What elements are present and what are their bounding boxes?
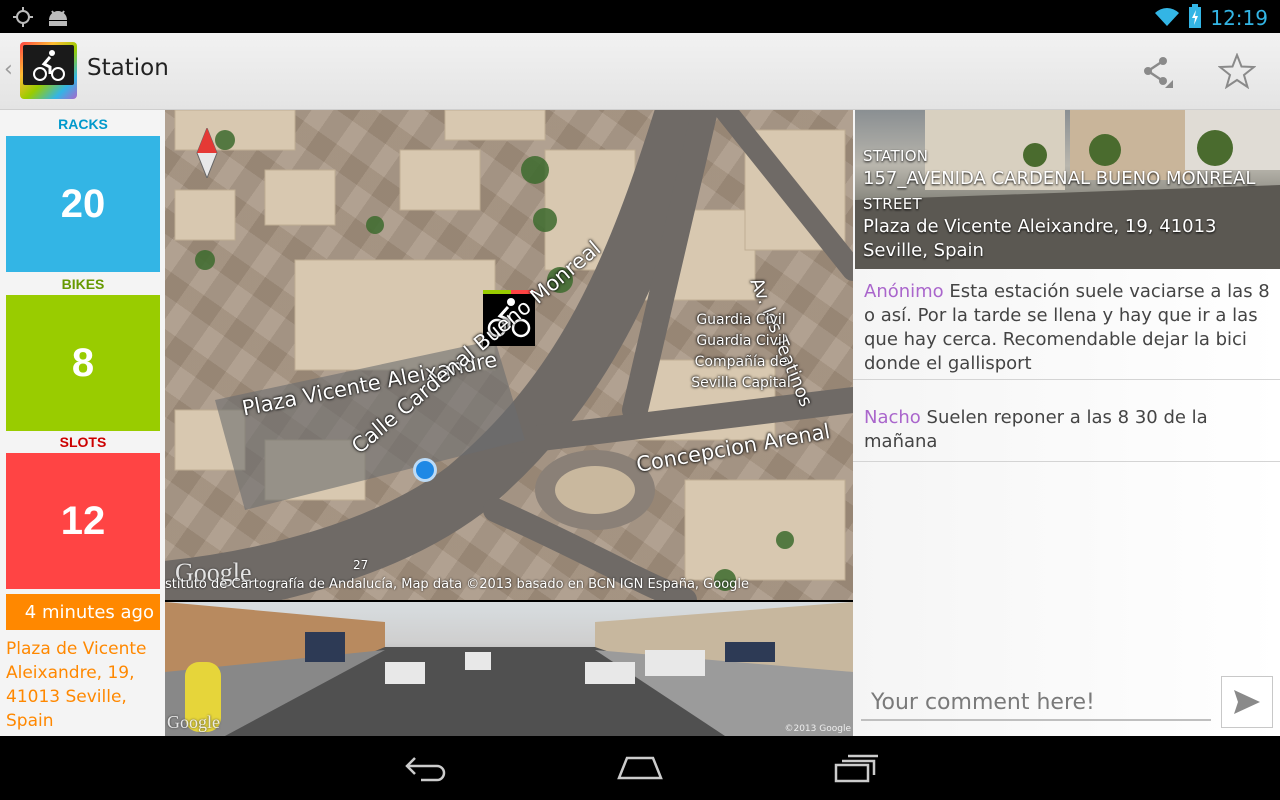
back-button[interactable] — [394, 750, 454, 786]
action-bar: ‹ Station — [0, 33, 1280, 110]
compass-icon[interactable] — [195, 128, 219, 178]
wifi-icon — [1154, 5, 1180, 31]
home-icon — [617, 756, 663, 780]
star-icon — [1218, 53, 1256, 89]
street-view-preview[interactable]: Google ©2013 Google — [165, 602, 853, 736]
android-debug-icon — [46, 6, 70, 32]
slots-label: SLOTS — [59, 434, 107, 450]
status-bar: 12:19 — [0, 0, 1280, 33]
up-caret-icon[interactable]: ‹ — [4, 57, 13, 82]
cyclist-icon — [33, 50, 65, 81]
recent-apps-icon — [834, 754, 878, 783]
bikes-tile: 8 — [6, 295, 160, 431]
street-label: STREET — [863, 195, 923, 213]
battery-icon — [1188, 4, 1202, 32]
gps-icon — [12, 6, 34, 32]
street-value: Plaza de Vicente Aleixandre, 19, 41013 S… — [863, 216, 1217, 261]
station-photo-header: STATION 157_AVENIDA CARDENAL BUENO MONRE… — [855, 110, 1280, 269]
last-updated-badge: 4 minutes ago — [6, 594, 160, 630]
send-icon — [1234, 690, 1260, 714]
page-title: Station — [87, 55, 169, 81]
racks-label: RACKS — [58, 116, 108, 132]
station-counters-panel: RACKS 20 BIKES 8 SLOTS 12 4 minutes ago … — [0, 110, 165, 736]
bikes-label: BIKES — [61, 276, 105, 292]
streetview-google-logo: Google — [167, 712, 220, 732]
app-logo[interactable] — [20, 42, 77, 99]
slots-tile: 12 — [6, 453, 160, 589]
favorite-button[interactable] — [1215, 49, 1259, 93]
station-detail-panel: STATION 157_AVENIDA CARDENAL BUENO MONRE… — [853, 110, 1280, 736]
comment-item: Anónimo Esta estación suele vaciarse a l… — [853, 274, 1280, 380]
comment-input[interactable]: Your comment here! — [861, 685, 1211, 721]
share-icon — [1144, 57, 1173, 88]
map-label-number: 27 — [353, 558, 369, 572]
home-button[interactable] — [610, 750, 670, 786]
share-button[interactable] — [1134, 49, 1178, 93]
streetview-copyright: ©2013 Google — [784, 724, 851, 734]
send-comment-button[interactable] — [1221, 676, 1273, 728]
map-label-guardia-civil: Guardia Civil Guardia Civil Compañía de … — [691, 312, 791, 391]
satellite-map[interactable]: Plaza Vicente Aleixandre Calle Cardenal … — [165, 110, 853, 600]
my-location-dot — [413, 458, 437, 482]
racks-tile: 20 — [6, 136, 160, 272]
map-attribution: stituto de Cartografía de Andalucía, Map… — [165, 577, 750, 592]
comment-author[interactable]: Nacho — [864, 407, 921, 428]
back-icon — [405, 757, 446, 782]
comment-author[interactable]: Anónimo — [864, 281, 944, 302]
system-nav-bar — [0, 736, 1280, 800]
comment-item: Nacho Suelen reponer a las 8 30 de la ma… — [853, 402, 1280, 462]
station-label: STATION — [863, 147, 929, 165]
station-address: Plaza de Vicente Aleixandre, 19, 41013 S… — [6, 639, 147, 731]
station-name: 157_AVENIDA CARDENAL BUENO MONREAL — [863, 168, 1256, 189]
recent-apps-button[interactable] — [826, 750, 886, 786]
clock: 12:19 — [1210, 6, 1268, 30]
